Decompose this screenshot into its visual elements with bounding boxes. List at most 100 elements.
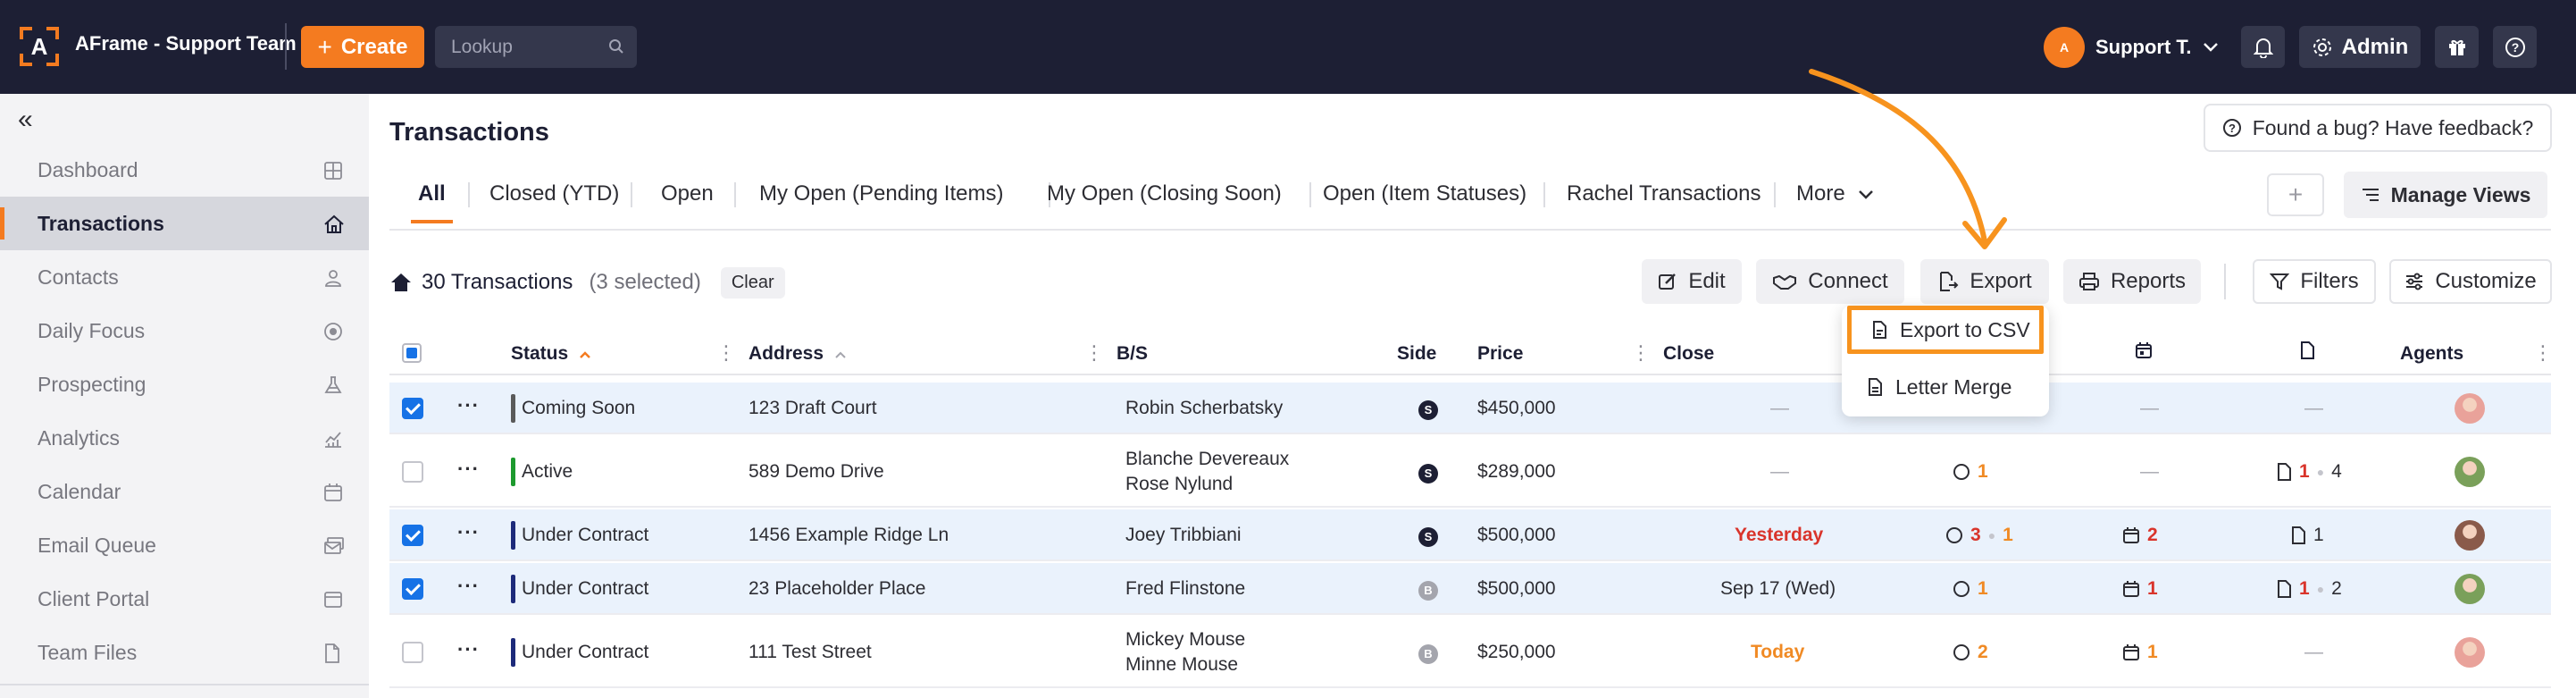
column-menu-icon[interactable]: ⋮ bbox=[1084, 341, 1104, 365]
tab-rachel-transactions[interactable]: Rachel Transactions bbox=[1567, 172, 1761, 216]
documents-indicator[interactable]: — bbox=[2304, 398, 2323, 419]
tasks-indicator[interactable]: — bbox=[2140, 461, 2159, 483]
sidebar-item-daily-focus[interactable]: Daily Focus bbox=[0, 304, 369, 357]
column-tasks[interactable] bbox=[2135, 341, 2153, 359]
filters-button[interactable]: Filters bbox=[2253, 259, 2376, 304]
lookup-input[interactable] bbox=[451, 26, 603, 68]
column-menu-icon[interactable]: ⋮ bbox=[2533, 341, 2553, 365]
column-menu-icon[interactable]: ⋮ bbox=[1631, 341, 1651, 365]
items-indicator[interactable]: 3 ● 1 bbox=[1945, 525, 2013, 546]
table-row[interactable]: ··· Coming Soon 123 Draft Court Robin Scher… bbox=[389, 383, 2551, 434]
sidebar-item-client-portal[interactable]: Client Portal bbox=[0, 572, 369, 626]
tab-open[interactable]: Open bbox=[661, 172, 714, 216]
tab-all[interactable]: All bbox=[411, 172, 453, 223]
table-row[interactable]: ··· Under Contract 23 Placeholder Place Fre… bbox=[389, 563, 2551, 615]
lookup-search[interactable] bbox=[435, 26, 637, 68]
column-status[interactable]: Status bbox=[511, 343, 591, 365]
notifications-button[interactable] bbox=[2241, 26, 2285, 68]
documents-indicator[interactable]: 1 ● 2 bbox=[2276, 578, 2342, 600]
search-icon[interactable] bbox=[608, 38, 624, 55]
tasks-indicator[interactable]: — bbox=[2140, 398, 2159, 419]
user-menu[interactable]: A Support T. bbox=[2044, 25, 2219, 70]
tab-my-open-closing[interactable]: My Open (Closing Soon) bbox=[1047, 172, 1282, 216]
help-button[interactable]: ? bbox=[2493, 26, 2537, 68]
column-side[interactable]: Side bbox=[1397, 343, 1436, 365]
row-checkbox[interactable] bbox=[402, 398, 423, 419]
sidebar-item-transactions[interactable]: Transactions bbox=[0, 197, 369, 250]
table-row[interactable]: ··· Active 589 Demo Drive Blanche Devereaux… bbox=[389, 436, 2551, 508]
row-actions-icon[interactable]: ··· bbox=[457, 394, 480, 417]
address-link[interactable]: 23 Placeholder Place bbox=[749, 578, 925, 600]
column-menu-icon[interactable]: ⋮ bbox=[716, 341, 736, 365]
export-button[interactable]: Export bbox=[1920, 259, 2049, 304]
create-button[interactable]: + Create bbox=[301, 26, 424, 68]
manage-views-button[interactable]: Manage Views bbox=[2344, 172, 2547, 218]
client-name[interactable]: Robin Scherbatsky bbox=[1125, 396, 1283, 421]
client-name[interactable]: Minne Mouse bbox=[1125, 652, 1245, 677]
sidebar-item-dashboard[interactable]: Dashboard bbox=[0, 143, 369, 197]
row-checkbox[interactable] bbox=[402, 578, 423, 600]
documents-indicator[interactable]: — bbox=[2304, 642, 2323, 663]
sidebar-item-prospecting[interactable]: Prospecting bbox=[0, 357, 369, 411]
column-close[interactable]: Close bbox=[1663, 343, 1714, 365]
sidebar-item-calendar[interactable]: Calendar bbox=[0, 465, 369, 518]
agent-avatar[interactable] bbox=[2455, 637, 2485, 668]
collapse-sidebar-icon[interactable]: « bbox=[18, 105, 33, 135]
sidebar-item-contacts[interactable]: Contacts bbox=[0, 250, 369, 304]
client-name[interactable]: Rose Nylund bbox=[1125, 472, 1289, 497]
agent-avatar[interactable] bbox=[2455, 457, 2485, 487]
documents-indicator[interactable]: 1 ● 4 bbox=[2276, 461, 2342, 483]
tab-open-item-statuses[interactable]: Open (Item Statuses) bbox=[1323, 172, 1526, 216]
export-to-csv-option[interactable]: Export to CSV bbox=[1847, 306, 2044, 354]
table-row[interactable]: ··· Under Contract 1456 Example Ridge Ln Jo… bbox=[389, 509, 2551, 561]
agent-avatar[interactable] bbox=[2455, 520, 2485, 551]
admin-button[interactable]: Admin bbox=[2299, 26, 2421, 68]
select-all-checkbox[interactable] bbox=[402, 343, 422, 363]
items-indicator[interactable]: 1 bbox=[1953, 578, 1988, 600]
client-name[interactable]: Mickey Mouse bbox=[1125, 627, 1245, 652]
add-view-button[interactable]: + bbox=[2267, 173, 2324, 216]
tab-my-open-pending[interactable]: My Open (Pending Items) bbox=[759, 172, 1003, 216]
client-name[interactable]: Fred Flinstone bbox=[1125, 576, 1245, 601]
clear-selection-button[interactable]: Clear bbox=[720, 266, 785, 299]
column-agents[interactable]: Agents bbox=[2400, 343, 2463, 365]
row-actions-icon[interactable]: ··· bbox=[457, 458, 480, 481]
aframe-logo[interactable]: A bbox=[20, 27, 59, 66]
address-link[interactable]: 1456 Example Ridge Ln bbox=[749, 525, 949, 546]
connect-button[interactable]: Connect bbox=[1756, 259, 1904, 304]
items-indicator[interactable]: 2 bbox=[1953, 642, 1988, 663]
row-actions-icon[interactable]: ··· bbox=[457, 575, 480, 598]
agent-avatar[interactable] bbox=[2455, 393, 2485, 424]
tasks-indicator[interactable]: 1 bbox=[2122, 642, 2158, 663]
client-name[interactable]: Joey Tribbiani bbox=[1125, 523, 1242, 548]
row-checkbox[interactable] bbox=[402, 461, 423, 483]
row-actions-icon[interactable]: ··· bbox=[457, 638, 480, 661]
feedback-button[interactable]: ? Found a bug? Have feedback? bbox=[2204, 104, 2552, 152]
row-checkbox[interactable] bbox=[402, 525, 423, 546]
sidebar-item-team-files[interactable]: Team Files bbox=[0, 626, 369, 679]
column-documents[interactable] bbox=[2299, 341, 2315, 359]
team-name[interactable]: AFrame - Support Team bbox=[75, 32, 297, 55]
customize-button[interactable]: Customize bbox=[2389, 259, 2552, 304]
items-indicator[interactable]: 1 bbox=[1953, 461, 1988, 483]
tab-closed-ytd[interactable]: Closed (YTD) bbox=[489, 172, 619, 216]
address-link[interactable]: 123 Draft Court bbox=[749, 398, 877, 419]
client-name[interactable]: Blanche Devereaux bbox=[1125, 447, 1289, 472]
row-actions-icon[interactable]: ··· bbox=[457, 521, 480, 544]
column-address[interactable]: Address bbox=[749, 343, 847, 365]
letter-merge-option[interactable]: Letter Merge bbox=[1847, 363, 2044, 411]
agent-avatar[interactable] bbox=[2455, 574, 2485, 604]
column-price[interactable]: Price bbox=[1477, 343, 1523, 365]
gift-button[interactable] bbox=[2435, 26, 2479, 68]
address-link[interactable]: 589 Demo Drive bbox=[749, 461, 884, 483]
tasks-indicator[interactable]: 2 bbox=[2122, 525, 2158, 546]
sidebar-item-email-queue[interactable]: Email Queue bbox=[0, 518, 369, 572]
documents-indicator[interactable]: 1 bbox=[2290, 525, 2324, 546]
row-checkbox[interactable] bbox=[402, 642, 423, 663]
edit-button[interactable]: Edit bbox=[1642, 259, 1742, 304]
sidebar-item-analytics[interactable]: Analytics bbox=[0, 411, 369, 465]
address-link[interactable]: 111 Test Street bbox=[749, 642, 872, 663]
reports-button[interactable]: Reports bbox=[2063, 259, 2201, 304]
table-row[interactable]: ··· Under Contract 111 Test Street Mickey M… bbox=[389, 617, 2551, 688]
tasks-indicator[interactable]: 1 bbox=[2122, 578, 2158, 600]
